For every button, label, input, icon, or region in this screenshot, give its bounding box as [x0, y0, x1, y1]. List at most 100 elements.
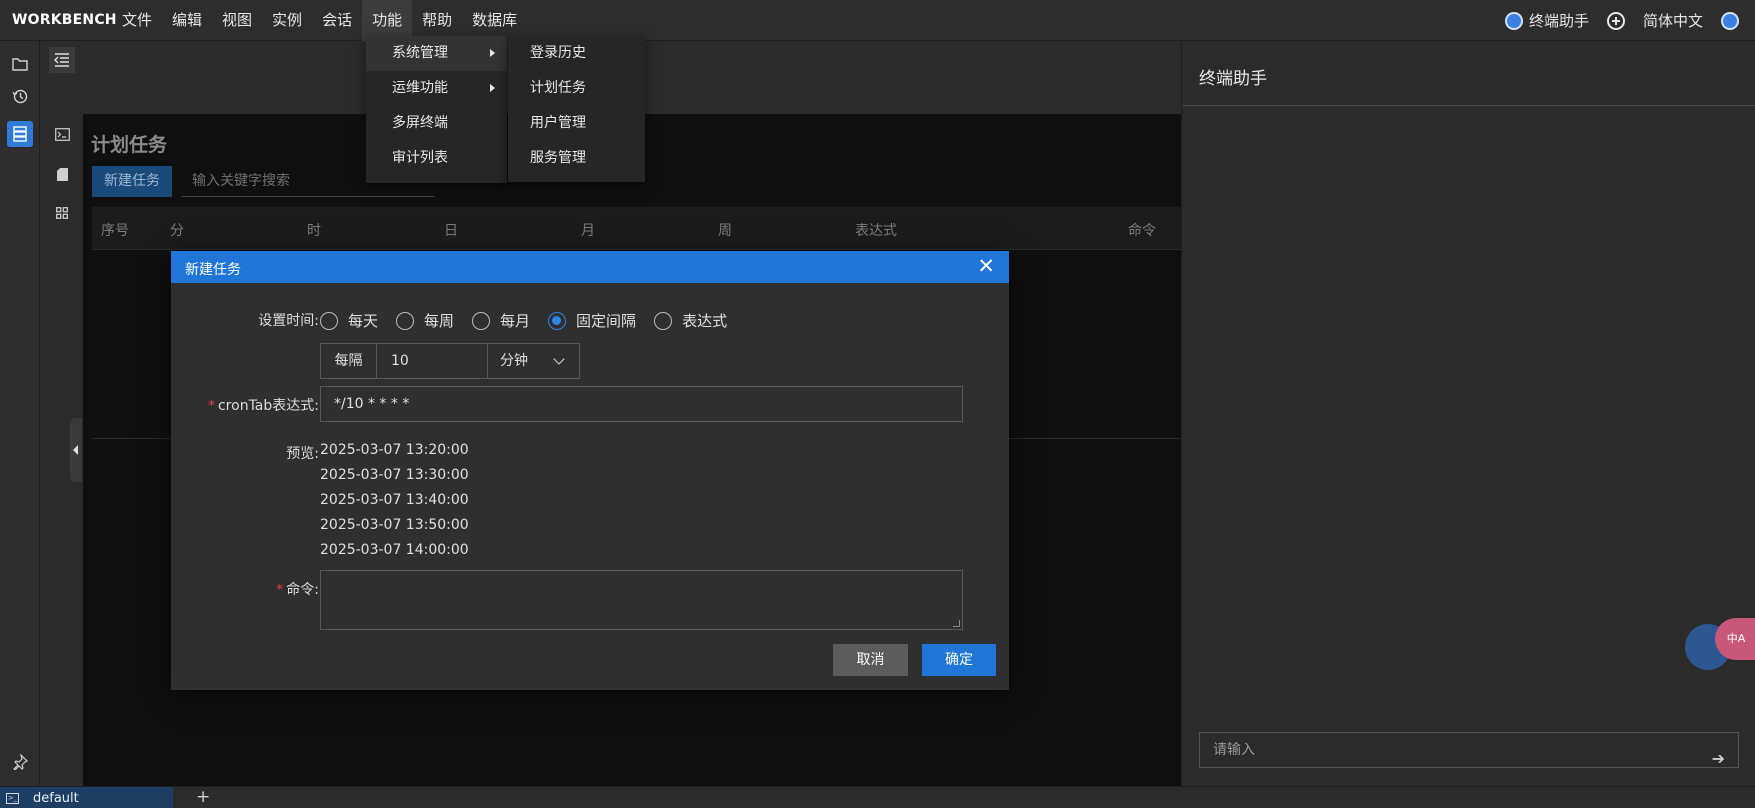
required-mark: *: [276, 582, 284, 598]
cron-label-text: cronTab表达式:: [217, 398, 319, 414]
secondary-rail: [41, 41, 83, 786]
menu-item-multi-screen[interactable]: 多屏终端: [366, 106, 507, 141]
command-label: * 命令:: [276, 579, 319, 599]
cron-expression-input[interactable]: */10 * * * *: [320, 386, 963, 422]
interval-group: 每隔 10 分钟: [320, 343, 580, 379]
session-tab-default[interactable]: >_ default: [0, 787, 173, 808]
session-tab-label: default: [33, 790, 79, 806]
menu-item-service-management[interactable]: 服务管理: [508, 141, 645, 176]
menu-item-login-history[interactable]: 登录历史: [508, 36, 645, 71]
language-select[interactable]: 简体中文: [1643, 10, 1703, 31]
assistant-input-placeholder: 请输入: [1213, 742, 1255, 758]
menu-instance[interactable]: 实例: [262, 0, 312, 41]
terminal-icon[interactable]: [49, 121, 75, 147]
cron-label: * cronTab表达式:: [208, 395, 319, 415]
menubar-right: 终端助手 简体中文: [1504, 0, 1739, 41]
send-arrow-icon[interactable]: ➔: [1712, 742, 1725, 776]
radio-circle-icon: [472, 311, 491, 330]
radio-label: 每天: [348, 312, 379, 330]
radio-circle-icon: [396, 311, 415, 330]
activity-rail: [0, 41, 40, 786]
radio-fixed-interval[interactable]: 固定间隔: [548, 310, 636, 331]
preview-item: 2025-03-07 13:30:00: [320, 467, 469, 483]
add-session-button[interactable]: +: [196, 787, 210, 807]
table-header: 序号 分 时 日 月 周 表达式 命令: [92, 207, 1181, 250]
col-hour: 时: [307, 223, 321, 239]
app-brand: WORKBENCH: [12, 12, 117, 28]
menu-item-scheduled-tasks[interactable]: 计划任务: [508, 71, 645, 106]
dialog-title: 新建任务: [185, 262, 241, 278]
language-label: 简体中文: [1642, 12, 1703, 30]
interval-prefix: 每隔: [321, 344, 377, 378]
translate-float-button[interactable]: 中A: [1715, 618, 1755, 660]
radio-label: 固定间隔: [576, 312, 637, 330]
command-label-text: 命令:: [286, 582, 319, 598]
radio-label: 表达式: [682, 312, 728, 330]
pin-icon[interactable]: [7, 749, 33, 775]
menu-view[interactable]: 视图: [212, 0, 262, 41]
col-day: 日: [444, 223, 458, 239]
collapse-icon[interactable]: [49, 47, 75, 73]
add-button[interactable]: [1606, 11, 1625, 30]
user-avatar[interactable]: [1721, 11, 1739, 30]
terminal-icon: >_: [6, 792, 19, 804]
preview-item: 2025-03-07 13:40:00: [320, 492, 469, 508]
radio-daily[interactable]: 每天: [320, 310, 378, 331]
radio-circle-icon: [654, 311, 673, 330]
command-textarea[interactable]: [320, 570, 963, 630]
radio-circle-icon: [320, 311, 338, 330]
assistant-title: 终端助手: [1199, 69, 1267, 89]
col-index: 序号: [101, 223, 129, 239]
file-icon[interactable]: [49, 161, 75, 187]
radio-checked-icon: [548, 311, 567, 330]
interval-unit-label: 分钟: [500, 353, 528, 369]
confirm-button[interactable]: 确定: [922, 644, 996, 676]
menu-help[interactable]: 帮助: [412, 0, 462, 41]
time-label: 设置时间:: [258, 313, 319, 329]
menu-item-system-admin[interactable]: 系统管理: [366, 36, 507, 71]
user-icon: [1721, 11, 1739, 30]
grid-icon[interactable]: [49, 200, 75, 226]
interval-unit-select[interactable]: 分钟: [488, 344, 579, 378]
function-menu-dropdown: 系统管理 运维功能 多屏终端 审计列表: [366, 36, 507, 183]
menu-item-audit-list[interactable]: 审计列表: [366, 141, 507, 176]
main-menu: 文件 编辑 视图 实例 会话 功能 帮助 数据库: [112, 0, 527, 41]
radio-weekly[interactable]: 每周: [396, 310, 454, 331]
preview-item: 2025-03-07 14:00:00: [320, 542, 469, 558]
system-admin-submenu: 登录历史 计划任务 用户管理 服务管理: [508, 36, 645, 182]
folder-icon[interactable]: [7, 51, 33, 77]
menu-session[interactable]: 会话: [312, 0, 362, 41]
assistant-toggle[interactable]: 终端助手: [1504, 10, 1589, 31]
history-icon[interactable]: [7, 83, 33, 109]
radio-label: 每月: [500, 312, 531, 330]
cancel-button[interactable]: 取消: [833, 644, 908, 676]
menu-function[interactable]: 功能: [362, 0, 413, 41]
submenu-arrow-icon: [490, 49, 495, 57]
menu-item-user-management[interactable]: 用户管理: [508, 106, 645, 141]
assistant-input[interactable]: 请输入 ➔: [1199, 732, 1739, 768]
menu-file[interactable]: 文件: [112, 0, 162, 41]
preview-label: 预览:: [286, 446, 319, 462]
assistant-toggle-label: 终端助手: [1528, 12, 1589, 30]
radio-monthly[interactable]: 每月: [472, 310, 530, 331]
radio-label: 每周: [424, 312, 455, 330]
database-icon[interactable]: [7, 121, 33, 147]
assistant-icon: [1504, 11, 1523, 30]
interval-value-input[interactable]: 10: [377, 344, 488, 378]
col-week: 周: [718, 223, 732, 239]
menu-database[interactable]: 数据库: [462, 0, 527, 41]
menu-item-label: 运维功能: [392, 80, 448, 96]
submenu-arrow-icon: [490, 84, 495, 92]
menu-item-ops[interactable]: 运维功能: [366, 71, 507, 106]
preview-list: 2025-03-07 13:20:00 2025-03-07 13:30:00 …: [320, 438, 469, 563]
menu-edit[interactable]: 编辑: [162, 0, 212, 41]
assistant-divider: [1182, 105, 1755, 106]
radio-expression[interactable]: 表达式: [654, 310, 727, 331]
col-month: 月: [581, 223, 595, 239]
dialog-header: 新建任务 ✕: [171, 251, 1009, 283]
col-command: 命令: [1128, 223, 1156, 239]
time-mode-radios: 每天 每周 每月 固定间隔 表达式: [320, 310, 745, 331]
sidebar-collapse-handle[interactable]: [70, 418, 82, 482]
close-icon[interactable]: ✕: [977, 254, 995, 278]
new-task-button[interactable]: 新建任务: [92, 166, 172, 197]
